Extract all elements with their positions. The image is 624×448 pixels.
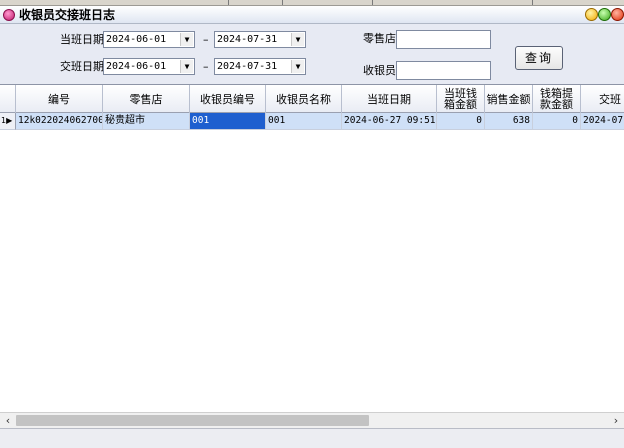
cell-shift-date[interactable]: 2024-06-27 09:51:01: [342, 113, 437, 130]
app-icon: [3, 9, 15, 21]
column-header-withdraw-amount[interactable]: 钱箱提款金额: [533, 85, 581, 113]
handover-date-from-combo[interactable]: 2024-06-01 ▼: [103, 58, 195, 75]
scroll-left-icon[interactable]: ‹: [0, 413, 16, 428]
horizontal-scrollbar[interactable]: ‹ ›: [0, 412, 624, 428]
grid-header: 编号 零售店 收银员编号 收银员名称 当班日期 当班钱箱金额 销售金额 钱箱提款…: [0, 85, 624, 113]
cell-id[interactable]: 12k022024062700001: [16, 113, 103, 130]
cashier-label: 收银员: [363, 64, 396, 77]
chevron-down-icon[interactable]: ▼: [291, 33, 304, 46]
shift-date-from-value: 2024-06-01: [106, 34, 167, 45]
cell-handover[interactable]: 2024-07-1: [581, 113, 624, 130]
chevron-down-icon[interactable]: ▼: [180, 60, 193, 73]
cell-sales-amount[interactable]: 638: [485, 113, 533, 130]
handover-date-label: 交班日期: [60, 60, 104, 73]
column-header-store[interactable]: 零售店: [103, 85, 190, 113]
query-button[interactable]: 查询: [515, 46, 563, 70]
minimize-button[interactable]: [585, 8, 598, 21]
chevron-down-icon[interactable]: ▼: [291, 60, 304, 73]
maximize-button[interactable]: [598, 8, 611, 21]
range-separator: –: [203, 33, 209, 46]
cell-cashier-id[interactable]: 001: [190, 113, 266, 130]
close-button[interactable]: [611, 8, 624, 21]
table-row[interactable]: 1▶ 12k022024062700001 秘贵超市 001 001 2024-…: [0, 113, 624, 130]
scroll-right-icon[interactable]: ›: [608, 413, 624, 428]
column-header-handover[interactable]: 交班: [581, 85, 624, 113]
handover-date-to-combo[interactable]: 2024-07-31 ▼: [214, 58, 306, 75]
range-separator: –: [203, 60, 209, 73]
window-title: 收银员交接班日志: [19, 8, 116, 22]
store-label: 零售店: [363, 32, 396, 45]
title-bar[interactable]: 收银员交接班日志: [0, 6, 624, 24]
column-header-cashier-name[interactable]: 收银员名称: [266, 85, 342, 113]
handover-date-to-value: 2024-07-31: [217, 61, 278, 72]
scrollbar-thumb[interactable]: [16, 415, 369, 426]
cell-withdraw-amount[interactable]: 0: [533, 113, 581, 130]
status-bar: [0, 428, 624, 448]
shift-date-to-value: 2024-07-31: [217, 34, 278, 45]
column-header-cash-box-amount[interactable]: 当班钱箱金额: [437, 85, 485, 113]
shift-date-label: 当班日期: [60, 33, 104, 46]
chevron-down-icon[interactable]: ▼: [180, 33, 193, 46]
shift-date-to-combo[interactable]: 2024-07-31 ▼: [214, 31, 306, 48]
store-input[interactable]: [396, 30, 491, 49]
cashier-input[interactable]: [396, 61, 491, 80]
column-header-cashier-id[interactable]: 收银员编号: [190, 85, 266, 113]
handover-date-from-value: 2024-06-01: [106, 61, 167, 72]
cell-cashier-name[interactable]: 001: [266, 113, 342, 130]
cell-store[interactable]: 秘贵超市: [103, 113, 190, 130]
cell-cash-box-amount[interactable]: 0: [437, 113, 485, 130]
column-header-id[interactable]: 编号: [16, 85, 103, 113]
column-header-shift-date[interactable]: 当班日期: [342, 85, 437, 113]
row-indicator[interactable]: 1▶: [0, 113, 16, 130]
column-header-sales-amount[interactable]: 销售金额: [485, 85, 533, 113]
shift-date-from-combo[interactable]: 2024-06-01 ▼: [103, 31, 195, 48]
data-grid[interactable]: 编号 零售店 收银员编号 收银员名称 当班日期 当班钱箱金额 销售金额 钱箱提款…: [0, 84, 624, 412]
row-indicator-header: [0, 85, 16, 113]
